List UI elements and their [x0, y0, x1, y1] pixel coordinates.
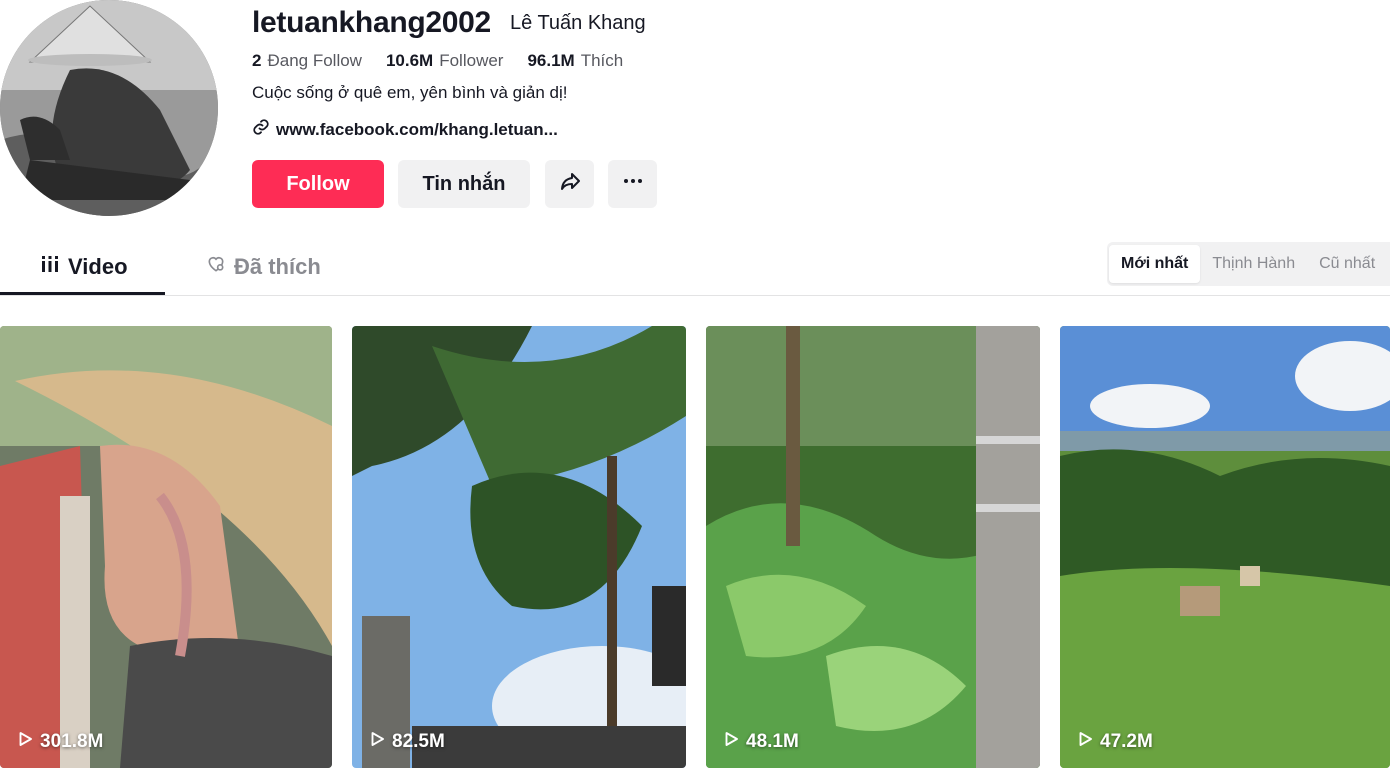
profile-username: letuankhang2002 — [252, 6, 491, 39]
play-icon — [1076, 730, 1094, 754]
video-views-count: 301.8M — [40, 731, 104, 752]
stat-following[interactable]: 2 Đang Follow — [252, 50, 362, 72]
video-views-count: 47.2M — [1100, 731, 1153, 752]
video-views: 48.1M — [722, 730, 799, 754]
active-tab-underline — [0, 292, 165, 295]
message-button[interactable]: Tin nhắn — [398, 160, 530, 208]
more-options-button[interactable] — [608, 160, 657, 208]
stat-following-value: 2 — [252, 51, 262, 70]
tab-video[interactable]: Video — [40, 254, 128, 280]
play-icon — [368, 730, 386, 754]
video-card[interactable]: 47.2M — [1060, 326, 1390, 768]
video-card[interactable]: 301.8M — [0, 326, 332, 768]
grid-icon — [40, 254, 60, 280]
stat-followers-label: Follower — [439, 51, 504, 70]
profile-nickname: Lê Tuấn Khang — [510, 12, 646, 34]
more-icon — [621, 169, 645, 199]
video-card[interactable]: 82.5M — [352, 326, 686, 768]
follow-button[interactable]: Follow — [252, 160, 384, 208]
tab-liked[interactable]: Đã thích — [206, 254, 321, 280]
profile-bio: Cuộc sống ở quê em, yên bình và giản dị! — [252, 83, 568, 102]
video-views: 82.5M — [368, 730, 445, 754]
stat-likes: 96.1M Thích — [527, 50, 623, 72]
video-views: 47.2M — [1076, 730, 1153, 754]
profile-link[interactable]: www.facebook.com/khang.letuan... — [252, 118, 558, 142]
video-card[interactable]: 48.1M — [706, 326, 1040, 768]
tab-video-label: Video — [68, 254, 128, 279]
profile-avatar[interactable] — [0, 0, 218, 216]
stat-followers[interactable]: 10.6M Follower — [386, 50, 504, 72]
video-thumbnail — [0, 326, 332, 768]
link-icon — [252, 118, 270, 142]
video-thumbnail — [352, 326, 686, 768]
video-thumbnail — [1060, 326, 1390, 768]
video-views: 301.8M — [16, 730, 103, 754]
video-thumbnail — [706, 326, 1040, 768]
video-views-count: 48.1M — [746, 731, 799, 752]
tab-liked-label: Đã thích — [234, 254, 321, 279]
profile-link-text: www.facebook.com/khang.letuan... — [276, 120, 558, 139]
play-icon — [16, 730, 34, 754]
sort-control: Mới nhất Thịnh Hành Cũ nhất — [1107, 242, 1390, 286]
sort-newest[interactable]: Mới nhất — [1109, 245, 1201, 283]
play-icon — [722, 730, 740, 754]
share-button[interactable] — [545, 160, 594, 208]
stat-likes-value: 96.1M — [527, 51, 575, 70]
sort-oldest[interactable]: Cũ nhất — [1307, 245, 1387, 283]
stat-likes-label: Thích — [580, 51, 624, 70]
video-views-count: 82.5M — [392, 731, 445, 752]
profile-stats: 2 Đang Follow 10.6M Follower 96.1M Thích — [252, 50, 623, 72]
stat-following-label: Đang Follow — [267, 51, 362, 70]
sort-popular[interactable]: Thịnh Hành — [1200, 245, 1307, 283]
stat-followers-value: 10.6M — [385, 51, 434, 70]
share-icon — [558, 169, 582, 199]
liked-heart-icon — [206, 254, 226, 280]
